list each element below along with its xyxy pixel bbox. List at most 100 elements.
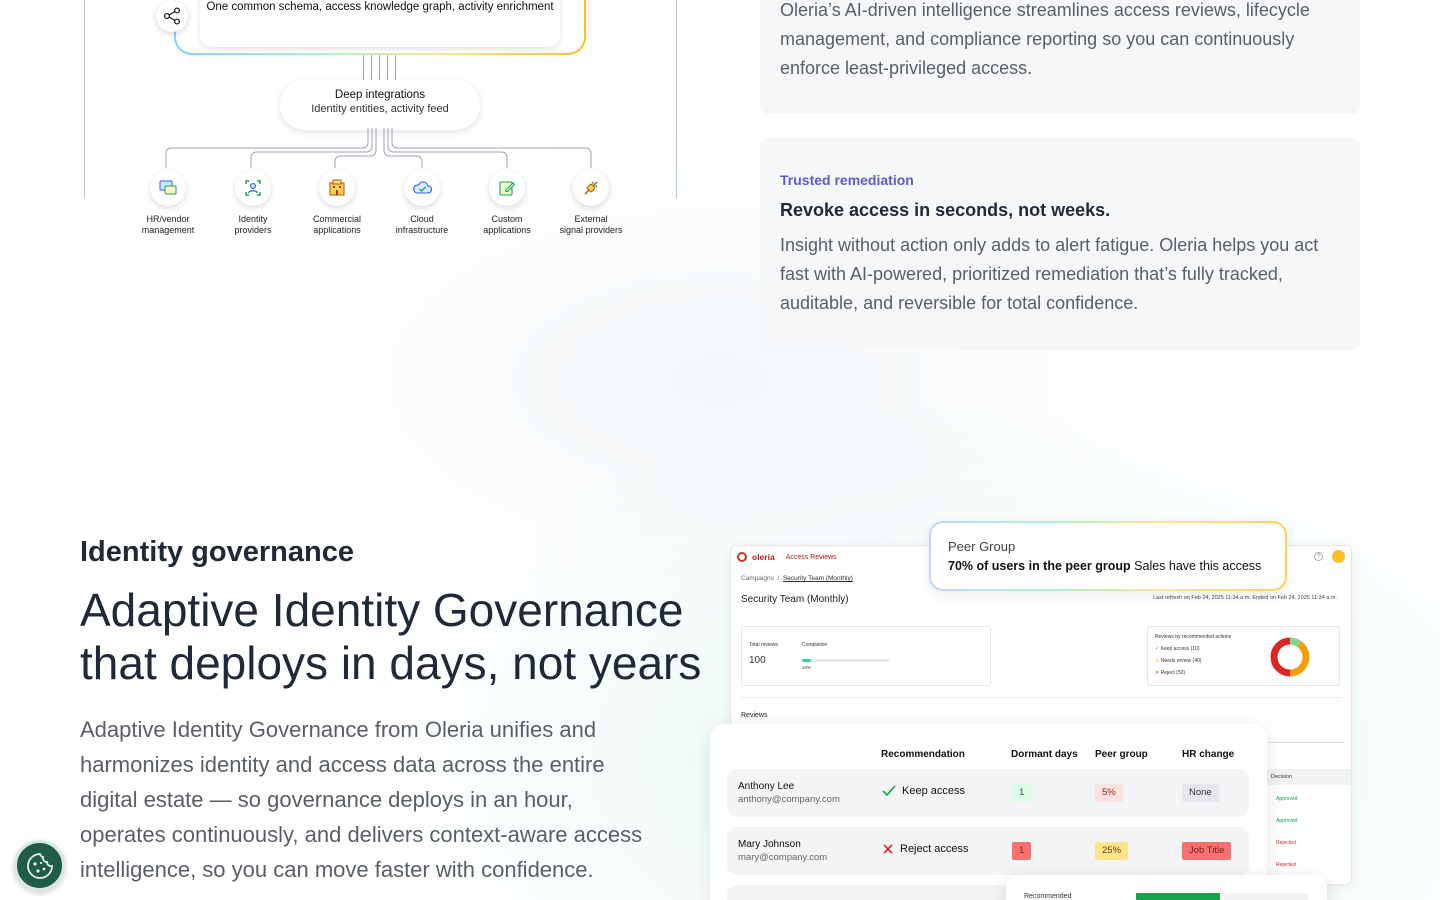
chat-icon [150, 170, 186, 206]
section-eyebrow: Identity governance [80, 536, 354, 568]
completion-label: Completion [802, 642, 828, 648]
deep-integrations-title: Deep integrations [334, 89, 426, 101]
decision-approved: Approved [1276, 796, 1298, 802]
integration-cloud-infra: Cloud infrastructure [377, 170, 467, 235]
integration-label-1: Identity [238, 214, 268, 224]
cookie-icon [26, 852, 53, 879]
feature-card-body: Oleria’s AI-driven intelligence streamli… [780, 0, 1310, 78]
breadcrumb-separator: / [777, 575, 780, 582]
recommended-label: Recommended [1024, 893, 1072, 900]
integration-label-2: infrastructure [395, 224, 449, 235]
hr-change-chip: Job Title [1182, 842, 1232, 860]
refresh-info: Last refresh on Feb 24, 2025 11:34 a.m. … [1153, 595, 1337, 601]
total-reviews-value: 100 [749, 655, 766, 666]
schema-text: One common schema, access knowledge grap… [206, 1, 554, 13]
integration-label-1: Custom [491, 214, 523, 224]
column-header-dormant-days: Dormant days [1011, 749, 1078, 760]
connector-lines [361, 55, 397, 81]
table-row[interactable]: Mary Johnson mary@company.com Reject acc… [727, 827, 1249, 875]
completion-bar-fill [802, 659, 811, 662]
dormant-days-chip: 1 [1012, 842, 1032, 860]
section-title: Adaptive Identity Governance that deploy… [80, 584, 702, 689]
cookie-settings-button[interactable] [14, 840, 65, 891]
recommendation: Keep access [882, 785, 965, 797]
section-body: Adaptive Identity Governance from Oleria… [80, 717, 643, 882]
breadcrumb: Campaigns / Security Team (Monthly) [741, 575, 853, 582]
integration-external-signals: External signal providers [546, 170, 636, 235]
user-name: Mary Johnson [738, 839, 801, 850]
integration-label-2: applications [483, 224, 531, 235]
plug-icon [573, 170, 609, 206]
share-icon [156, 0, 188, 32]
integration-label-1: External [574, 214, 608, 224]
completion-value: 10% [802, 665, 812, 670]
completion-bar [802, 659, 890, 662]
page: One common schema, access knowledge grap… [0, 0, 1440, 900]
popover-text: 70% of users in the peer group Sales hav… [948, 559, 1262, 573]
user-email: mary@company.com [738, 852, 828, 863]
column-header-peer-group: Peer group [1095, 749, 1148, 760]
help-icon[interactable]: ? [1314, 552, 1323, 561]
page-title: Security Team (Monthly) [741, 594, 849, 605]
peer-group-popover: Peer Group 70% of users in the peer grou… [929, 521, 1287, 591]
reviews-heading: Reviews [741, 712, 768, 719]
deep-integrations-subtitle: Identity entities, activity feed [311, 103, 449, 115]
building-icon [319, 170, 355, 206]
rec-keep: ✓ Keep access (10) [1155, 646, 1200, 652]
oleria-logo-icon [737, 552, 747, 562]
breadcrumb-current[interactable]: Security Team (Monthly) [783, 575, 853, 582]
integration-label-2: signal providers [559, 224, 623, 235]
user-name: Anthony Lee [738, 781, 795, 792]
check-icon [882, 785, 896, 797]
donut-slice-reject [1270, 637, 1291, 677]
brand-name: oleria [752, 552, 775, 562]
feature-card-body: Insight without action only adds to aler… [780, 235, 1319, 313]
integration-diagram: One common schema, access knowledge grap… [84, 0, 677, 240]
divider [1264, 742, 1344, 743]
decision-column-header: Decision [1265, 769, 1351, 785]
peer-group-chip: 25% [1095, 842, 1129, 860]
cloud-icon [404, 170, 440, 206]
column-header-recommendation: Recommendation [881, 749, 965, 760]
x-icon [883, 844, 893, 854]
avatar[interactable] [1332, 550, 1345, 563]
integration-identity-providers: Identity providers [208, 170, 298, 235]
divider [741, 697, 1341, 698]
breadcrumb-campaigns[interactable]: Campaigns [741, 575, 774, 582]
integration-label-2: applications [313, 224, 361, 235]
donut-slice-needs-review [1289, 641, 1310, 677]
identity-icon [235, 170, 271, 206]
feature-card-remediation: Trusted remediation Revoke access in sec… [760, 138, 1360, 350]
edit-icon [489, 170, 525, 206]
decision-rejected: Rejected [1276, 862, 1296, 868]
deep-integrations-box: Deep integrations Identity entities, act… [280, 80, 480, 130]
recommended-bar [1136, 893, 1220, 900]
rec-review: ⚠ Needs review (40) [1155, 658, 1202, 664]
total-reviews-label: Total reviews [749, 642, 778, 648]
integration-label-2: management [141, 224, 195, 235]
feature-card-intelligence: Oleria’s AI-driven intelligence streamli… [760, 0, 1360, 114]
dormant-days-chip: 1 [1012, 784, 1032, 802]
recommendation: Reject access [882, 843, 968, 855]
recommendation-detail-card: Recommended [1006, 875, 1327, 900]
nav-access-reviews[interactable]: Access Reviews [786, 554, 837, 561]
alternative-bar [1224, 893, 1308, 900]
recommendations-title: Reviews by recommended actions [1155, 634, 1232, 640]
integration-label-1: Cloud [410, 214, 434, 224]
popover-label: Peer Group [948, 539, 1016, 554]
peer-group-chip: 5% [1095, 784, 1123, 802]
decision-approved: Approved [1276, 818, 1298, 824]
app-header: oleria Access Reviews [737, 552, 837, 562]
table-row[interactable]: Anthony Lee anthony@company.com Keep acc… [727, 769, 1249, 817]
integration-commercial-apps: Commercial applications [292, 170, 382, 235]
hr-change-chip: None [1182, 784, 1219, 802]
donut-chart [1270, 637, 1310, 677]
user-email: anthony@company.com [738, 794, 840, 805]
rec-reject: ✕ Reject (50) [1155, 670, 1186, 676]
feature-card-eyebrow: Trusted remediation [780, 172, 914, 188]
integration-label-1: HR/vendor [146, 214, 190, 224]
summary-card: Total reviews 100 Completion 10% [741, 626, 991, 686]
feature-card-title: Revoke access in seconds, not weeks. [780, 200, 1111, 220]
integration-hr-vendor: HR/vendor management [123, 170, 213, 235]
integration-label-1: Commercial [312, 214, 361, 224]
